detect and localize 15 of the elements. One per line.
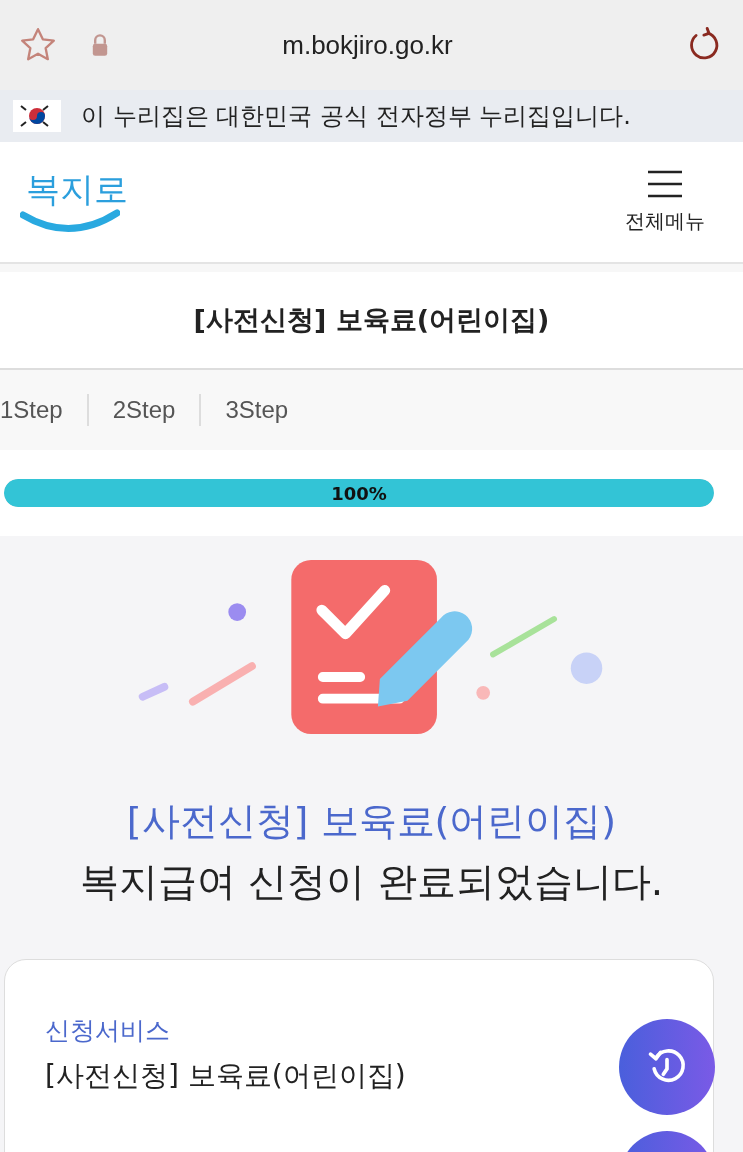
page-title: [사전신청] 보육료(어린이집) bbox=[0, 272, 743, 370]
step-label: 1Step bbox=[0, 396, 63, 424]
step-label: 2Step bbox=[112, 396, 176, 424]
url-text[interactable]: m.bokjiro.go.kr bbox=[110, 29, 625, 61]
field-value: [사전신청] 보육료(어린이집) bbox=[45, 1058, 407, 1095]
menu-button[interactable]: 전체메뉴 bbox=[625, 169, 705, 235]
gov-notice-text: 이 누리집은 대한민국 공식 전자정부 누리집입니다. bbox=[81, 101, 631, 132]
step-label: 3Step bbox=[225, 396, 289, 424]
lock-icon bbox=[90, 33, 110, 57]
flag-icon bbox=[13, 100, 61, 132]
completion-message: 복지급여 신청이 완료되었습니다. bbox=[79, 858, 664, 907]
service-name: [사전신청] 보육료(어린이집) bbox=[126, 798, 617, 846]
menu-icon bbox=[646, 169, 684, 198]
field-label: 신청서비스 bbox=[45, 1015, 171, 1048]
progress-label: 100% bbox=[330, 481, 388, 506]
